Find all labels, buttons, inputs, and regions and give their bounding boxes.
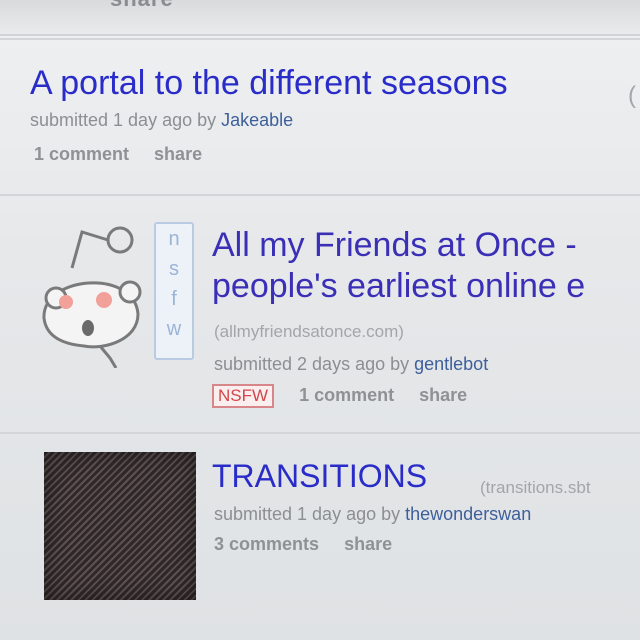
divider [0,194,640,196]
author-link[interactable]: thewonderswan [405,504,531,524]
post-buttons: NSFW 1 comment share [212,384,487,408]
share-button[interactable]: share [344,534,392,554]
share-button[interactable]: share [154,144,202,164]
post-title-link[interactable]: TRANSITIONS [212,458,427,495]
comments-link[interactable]: 3 comments [214,534,319,554]
divider [0,38,640,40]
previous-post-buttons: share [0,0,640,36]
nsfw-badge: NSFW [212,384,275,408]
reddit-alien-icon[interactable] [34,218,152,368]
comments-link[interactable]: 1 comment [299,385,394,405]
post-buttons: 1 comment share [34,144,222,165]
post-title-link[interactable]: A portal to the different seasons [30,64,508,103]
post-domain[interactable]: (allmyfriendsatonce.com) [214,322,404,342]
post-title-link[interactable]: All my Friends at Once - people's earlie… [212,226,585,306]
post-buttons: 3 comments share [214,534,412,555]
post-domain[interactable]: (transitions.sbt [480,478,591,498]
author-link[interactable]: gentlebot [414,354,488,374]
post-tagline: submitted 1 day ago by Jakeable [30,110,294,130]
share-button-cut[interactable]: share [110,0,174,12]
post-thumbnail[interactable] [44,452,196,600]
post-tagline: submitted 1 day ago by thewonderswan [214,504,532,524]
share-button[interactable]: share [419,385,467,405]
comments-link[interactable]: 1 comment [34,144,129,164]
divider [0,432,640,434]
author-link[interactable]: Jakeable [221,110,293,130]
post-tagline: submitted 2 days ago by gentlebot [214,354,489,374]
nsfw-thumbnail-label[interactable]: n s f w [154,222,194,360]
domain-cut: ( [628,82,636,109]
